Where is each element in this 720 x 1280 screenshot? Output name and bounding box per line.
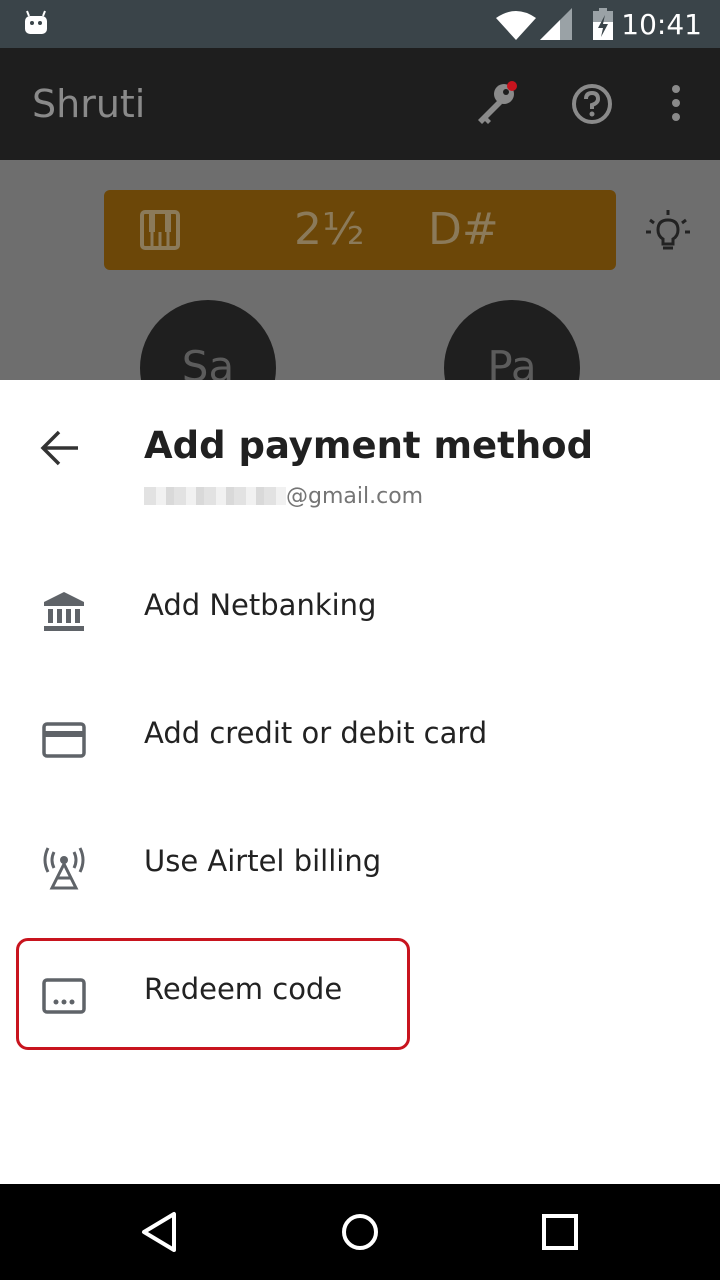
clock: 10:41 (621, 8, 702, 41)
airtel-billing-option[interactable]: Use Airtel billing (0, 800, 720, 928)
android-notification-icon (25, 10, 47, 34)
lightbulb-icon[interactable] (644, 208, 692, 256)
pitch-bar[interactable]: 2½ D# (104, 190, 616, 270)
piano-icon (140, 210, 180, 250)
swara-button-sa[interactable]: Sa (140, 300, 276, 380)
bank-icon (44, 592, 84, 631)
pitch-note: D# (428, 204, 499, 255)
app-content-dimmed: 2½ D# Sa Pa (0, 160, 720, 380)
swara-label: Sa (181, 342, 235, 380)
payment-method-sheet: Add payment method @gmail.com Add Netban… (0, 380, 720, 1184)
app-title: Shruti (32, 82, 146, 126)
key-icon[interactable] (472, 78, 522, 128)
recents-nav-icon[interactable] (536, 1208, 584, 1256)
add-netbanking-option[interactable]: Add Netbanking (0, 544, 720, 672)
overflow-menu-icon[interactable] (664, 84, 688, 124)
option-label: Use Airtel billing (144, 844, 382, 878)
back-nav-icon[interactable] (136, 1208, 184, 1256)
home-nav-icon[interactable] (336, 1208, 384, 1256)
add-card-option[interactable]: Add credit or debit card (0, 672, 720, 800)
redacted-username (144, 487, 286, 505)
redeem-code-icon (42, 978, 86, 1014)
option-label: Add credit or debit card (144, 716, 488, 750)
redeem-code-option[interactable]: Redeem code (0, 928, 720, 1056)
option-label: Redeem code (144, 972, 343, 1006)
status-bar: 10:41 (0, 0, 720, 48)
option-label: Add Netbanking (144, 588, 377, 622)
app-bar: Shruti (0, 48, 720, 160)
swara-label: Pa (487, 342, 537, 380)
cell-signal-icon (540, 8, 572, 40)
battery-charging-icon (593, 8, 613, 40)
wifi-icon (496, 11, 536, 40)
system-nav-bar (0, 1184, 720, 1280)
credit-card-icon (42, 722, 86, 758)
pitch-value: 2½ (294, 204, 365, 255)
back-arrow-icon[interactable] (40, 428, 80, 468)
account-email: @gmail.com (144, 484, 423, 509)
sheet-title: Add payment method (144, 424, 594, 467)
carrier-tower-icon (43, 847, 85, 890)
swara-button-pa[interactable]: Pa (444, 300, 580, 380)
help-icon[interactable] (570, 82, 614, 126)
